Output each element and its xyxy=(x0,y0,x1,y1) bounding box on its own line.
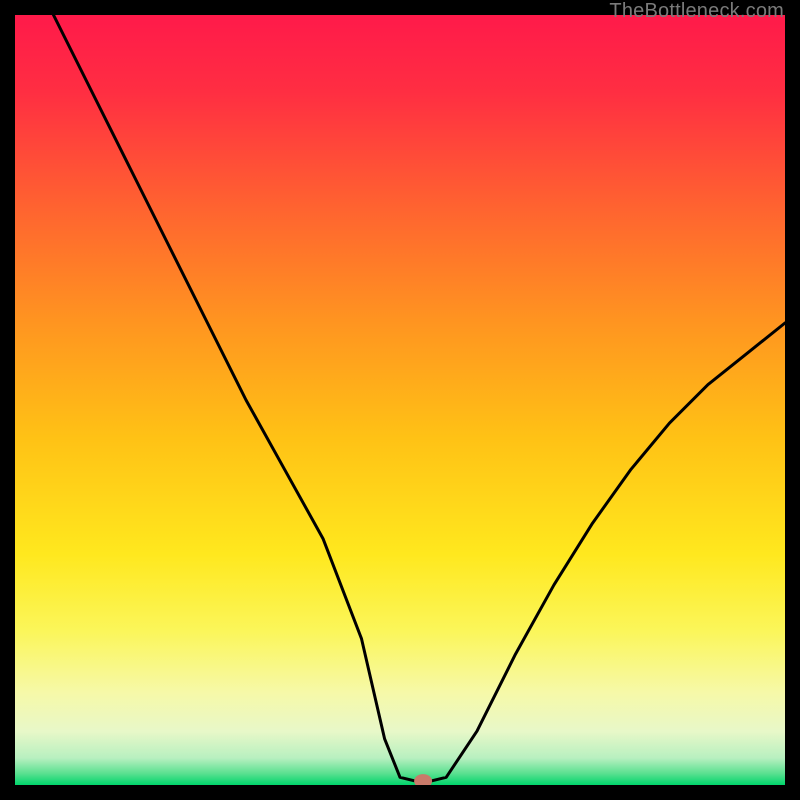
bottleneck-curve xyxy=(54,15,786,781)
watermark-text: TheBottleneck.com xyxy=(609,0,784,23)
plot-area xyxy=(15,15,785,785)
curve-layer xyxy=(15,15,785,785)
chart-container: TheBottleneck.com xyxy=(0,0,800,800)
minimum-marker xyxy=(414,774,432,785)
